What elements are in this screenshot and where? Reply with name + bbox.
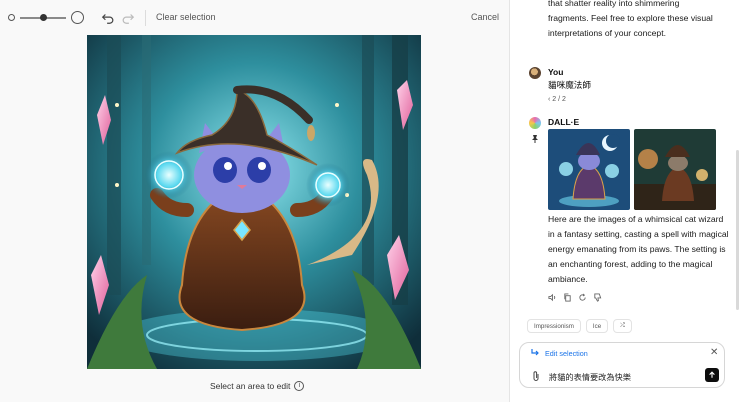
- dalle-avatar: [529, 117, 541, 129]
- clear-selection-button[interactable]: Clear selection: [156, 12, 216, 22]
- message-composer: Edit selection ✕ 將貓的表情要改為快樂: [519, 342, 725, 388]
- undo-icon[interactable]: [100, 10, 116, 26]
- user-name: You: [548, 67, 564, 77]
- editor-toolbar: Clear selection Cancel: [0, 0, 510, 36]
- copy-icon[interactable]: [563, 289, 572, 302]
- shuffle-icon[interactable]: ⤮: [613, 319, 633, 333]
- style-chip-ice[interactable]: Ice: [585, 319, 609, 333]
- image-editor-pane: Clear selection Cancel Select an area to…: [0, 0, 510, 402]
- message-actions: [548, 289, 602, 302]
- brush-size-small-icon[interactable]: [8, 14, 15, 21]
- previous-message-line: that shatter reality into shimmering: [548, 0, 680, 8]
- assistant-response: Here are the images of a whimsical cat w…: [548, 214, 729, 284]
- brush-size-large-icon[interactable]: [71, 11, 84, 24]
- previous-message-line: fragments. Feel free to explore these vi…: [548, 13, 713, 23]
- arrow-up-icon: [709, 371, 715, 378]
- style-chip-impressionism[interactable]: Impressionism: [527, 319, 581, 333]
- close-icon[interactable]: ✕: [710, 347, 718, 358]
- info-icon[interactable]: i: [294, 381, 305, 391]
- send-button[interactable]: [705, 368, 719, 382]
- regenerate-icon[interactable]: [578, 289, 587, 301]
- brush-size-slider-handle[interactable]: [40, 14, 47, 21]
- chat-scrollbar[interactable]: [736, 150, 739, 310]
- style-suggestions: Impressionism Ice ⤮: [527, 319, 633, 333]
- previous-assistant-message: that shatter reality into shimmering fra…: [548, 0, 728, 41]
- user-message: 貓咪魔法師: [548, 80, 591, 90]
- toolbar-divider: [145, 10, 146, 26]
- pin-icon[interactable]: [530, 134, 540, 144]
- edit-hint: Select an area to edit i: [210, 381, 305, 391]
- edit-selection-label: Edit selection: [545, 349, 588, 358]
- previous-message-line: interpretations of your concept.: [548, 28, 666, 38]
- edit-hint-text: Select an area to edit: [210, 381, 291, 391]
- assistant-name: DALL·E: [548, 117, 580, 127]
- paperclip-icon[interactable]: [531, 370, 541, 382]
- redo-icon[interactable]: [120, 10, 136, 26]
- user-avatar: [529, 67, 541, 79]
- cancel-button[interactable]: Cancel: [471, 12, 499, 22]
- generated-image-thumbnail[interactable]: [548, 129, 630, 210]
- speaker-icon[interactable]: [548, 289, 557, 302]
- prompt-input[interactable]: 將貓的表情要改為快樂: [549, 371, 631, 383]
- editable-image-canvas[interactable]: [87, 35, 421, 369]
- chat-pane: that shatter reality into shimmering fra…: [511, 0, 740, 402]
- generated-image-thumbnail[interactable]: [634, 129, 716, 210]
- thumbs-down-icon[interactable]: [593, 289, 602, 302]
- edit-selection-arrow-icon: [531, 349, 539, 356]
- message-pager[interactable]: ‹ 2 / 2: [548, 96, 566, 103]
